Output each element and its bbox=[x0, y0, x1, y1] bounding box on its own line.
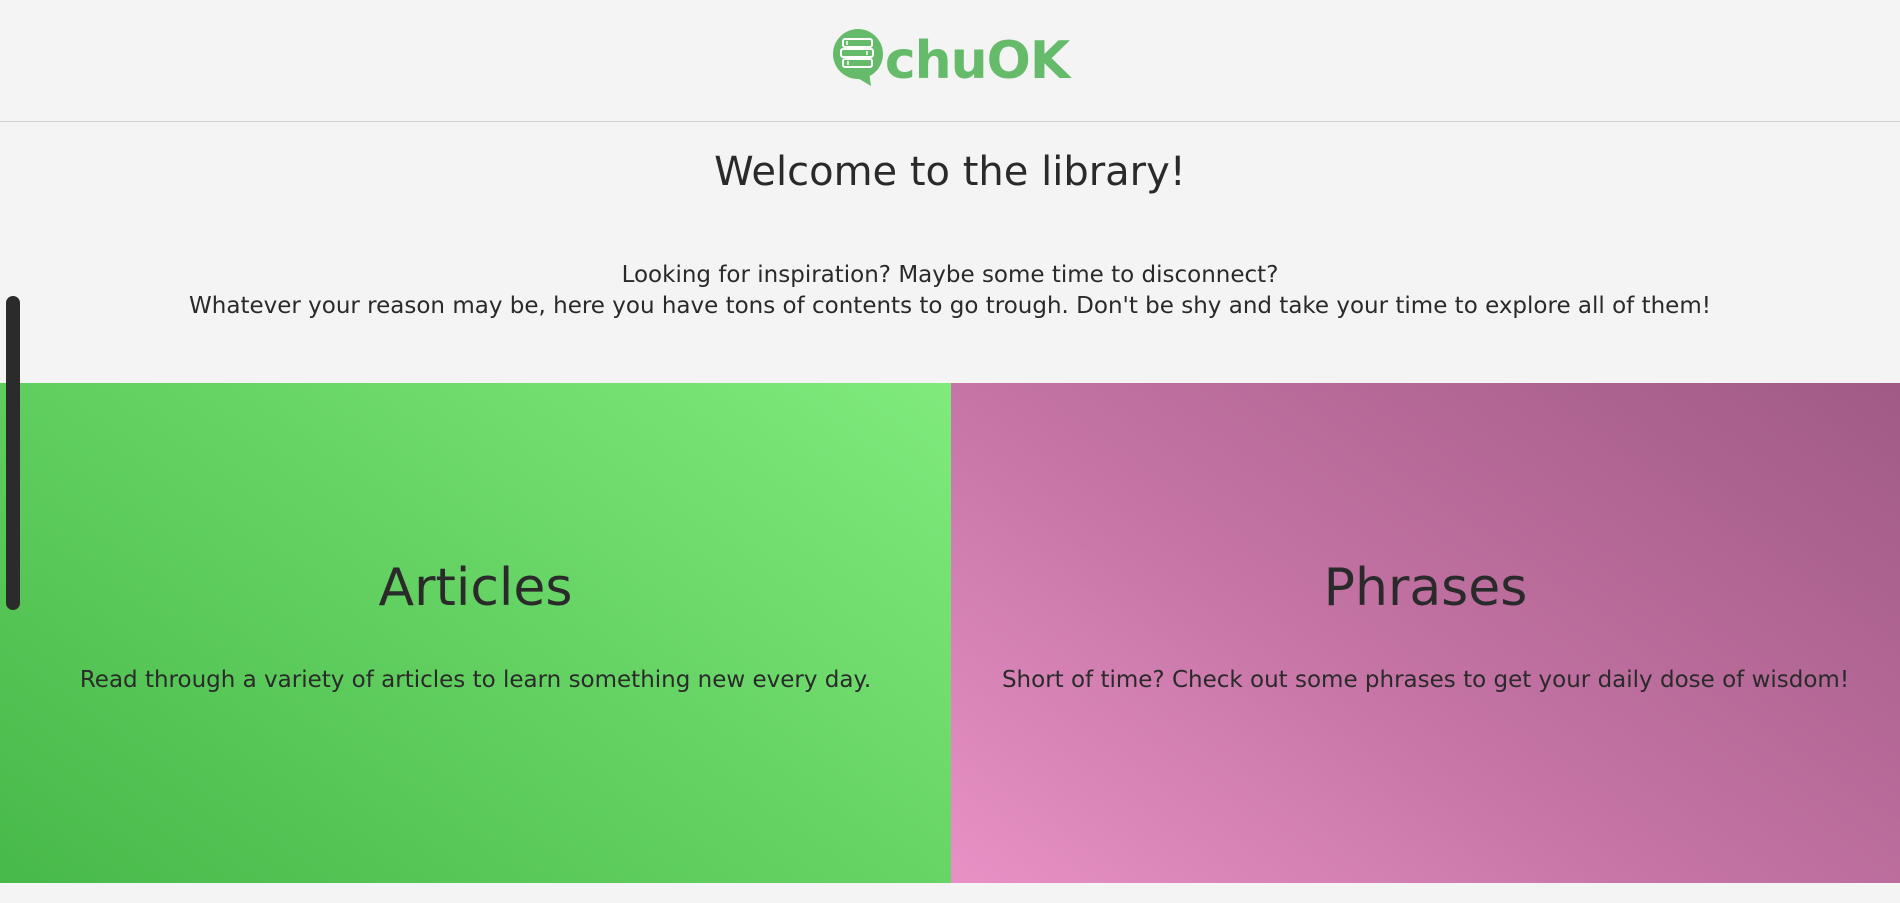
category-cards: Articles Read through a variety of artic… bbox=[0, 383, 1900, 883]
intro-text: Looking for inspiration? Maybe some time… bbox=[0, 260, 1900, 322]
page-title: Welcome to the library! bbox=[714, 149, 1186, 195]
site-logo[interactable]: chuOK bbox=[831, 28, 1070, 93]
phrases-card-title: Phrases bbox=[1323, 558, 1528, 618]
site-header: chuOK bbox=[0, 0, 1900, 122]
intro-line: Whatever your reason may be, here you ha… bbox=[189, 293, 1711, 319]
scroll-handle[interactable] bbox=[6, 296, 20, 610]
articles-card-title: Articles bbox=[378, 558, 573, 618]
phrases-card[interactable]: Phrases Short of time? Check out some ph… bbox=[951, 383, 1900, 883]
articles-card[interactable]: Articles Read through a variety of artic… bbox=[0, 383, 951, 883]
chat-bubble-books-icon bbox=[832, 28, 883, 86]
intro-line: Looking for inspiration? Maybe some time… bbox=[621, 262, 1279, 288]
logo-text: chuOK bbox=[884, 30, 1070, 91]
articles-card-description: Read through a variety of articles to le… bbox=[79, 667, 872, 693]
phrases-card-description: Short of time? Check out some phrases to… bbox=[1001, 667, 1850, 693]
